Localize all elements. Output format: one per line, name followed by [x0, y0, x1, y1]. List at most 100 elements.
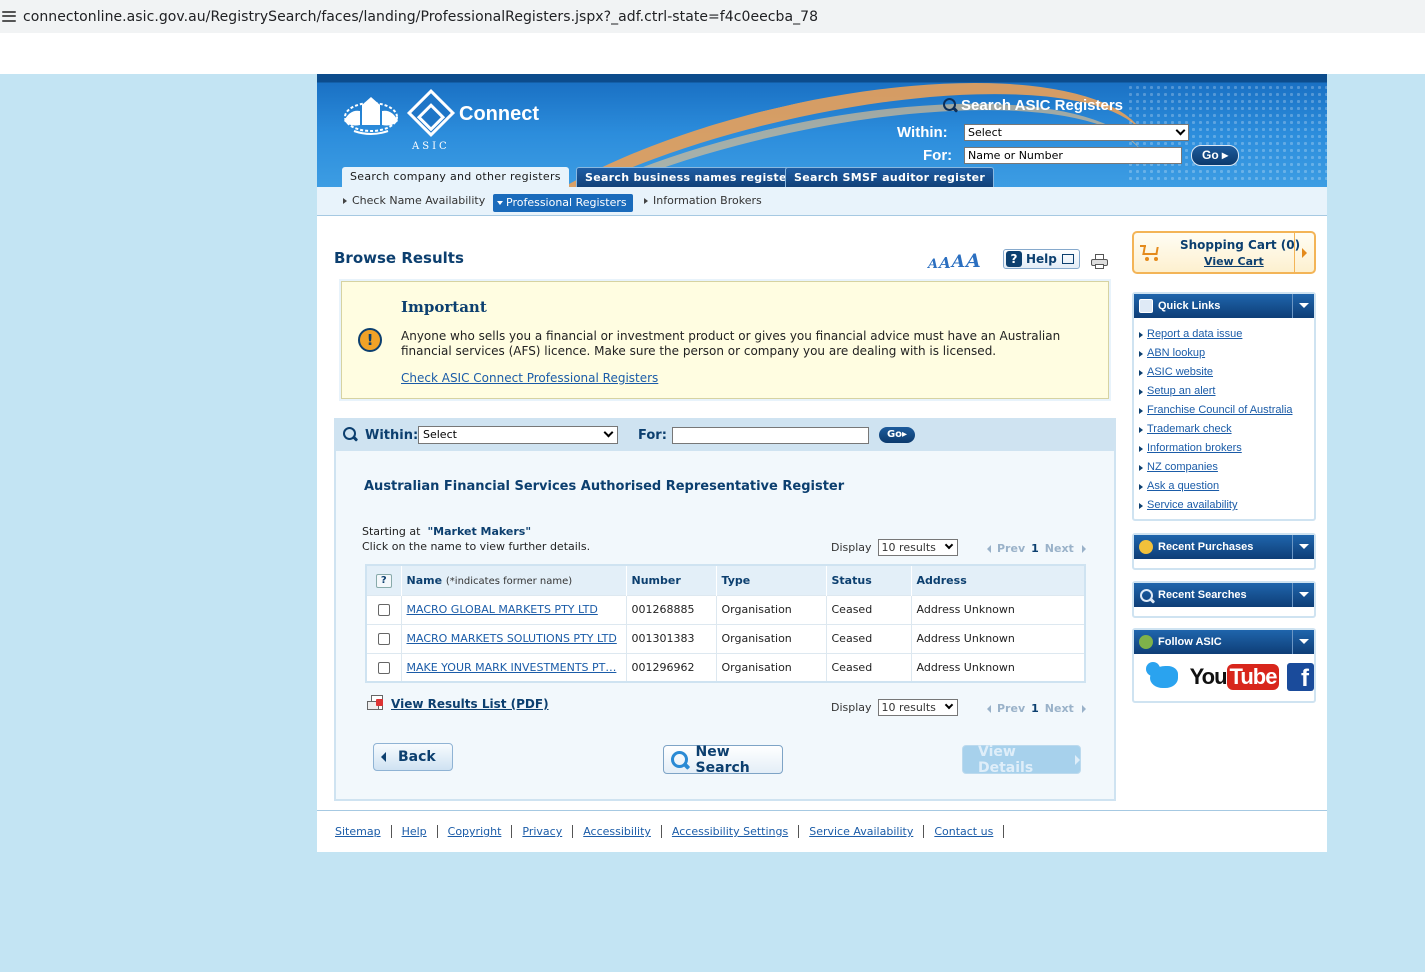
result-name-link[interactable]: MAKE YOUR MARK INVESTMENTS PT…: [407, 661, 617, 674]
chevron-left-icon: [987, 704, 991, 713]
quick-link-service-availability[interactable]: Service availability: [1147, 496, 1237, 515]
chevron-down-icon[interactable]: [1292, 583, 1314, 607]
chevron-left-icon: [381, 752, 386, 762]
list-item: Ask a question: [1139, 477, 1314, 496]
header-within-select[interactable]: Select: [964, 124, 1189, 141]
asic-page: ASIC Connect Search ASIC Registers Withi…: [317, 74, 1327, 852]
print-icon[interactable]: [1091, 254, 1108, 269]
next-link-bottom[interactable]: Next: [1045, 702, 1074, 715]
tab-search-business-names[interactable]: Search business names register: [576, 167, 802, 187]
quick-link-franchise-council[interactable]: Franchise Council of Australia: [1147, 401, 1293, 420]
back-button[interactable]: Back: [373, 743, 453, 771]
twitter-icon[interactable]: [1146, 660, 1182, 694]
row-checkbox[interactable]: [377, 604, 390, 616]
quick-link-trademark-check[interactable]: Trademark check: [1147, 420, 1232, 439]
site-settings-icon[interactable]: [2, 10, 16, 24]
quick-link-report-data-issue[interactable]: Report a data issue: [1147, 325, 1242, 344]
chevron-down-icon: [497, 201, 503, 205]
footer-contact-link[interactable]: Contact us: [934, 825, 1005, 838]
footer-sitemap-link[interactable]: Sitemap: [335, 825, 392, 838]
follow-asic-header[interactable]: Follow ASIC: [1134, 630, 1314, 654]
facebook-icon[interactable]: f: [1287, 663, 1314, 691]
footer-copyright-link[interactable]: Copyright: [448, 825, 513, 838]
font-size-small-button[interactable]: A: [928, 257, 938, 272]
sub-navigation: Check Name Availability Professional Reg…: [317, 187, 1327, 216]
footer-accessibility-link[interactable]: Accessibility: [583, 825, 662, 838]
header-search-input[interactable]: Name or Number: [964, 147, 1182, 164]
result-name-link[interactable]: MACRO GLOBAL MARKETS PTY LTD: [407, 603, 598, 616]
next-link-top[interactable]: Next: [1045, 542, 1074, 555]
quick-link-nz-companies[interactable]: NZ companies: [1147, 458, 1218, 477]
chevron-right-icon: [1139, 350, 1143, 357]
recent-purchases-header[interactable]: Recent Purchases: [1134, 535, 1314, 559]
chevron-left-icon: [987, 544, 991, 553]
view-details-button[interactable]: View Details: [962, 744, 1081, 776]
display-count-select-bottom[interactable]: 10 results: [877, 699, 958, 716]
chevron-right-icon: [1139, 445, 1143, 452]
prev-link-bottom[interactable]: Prev: [997, 702, 1025, 715]
row-checkbox[interactable]: [377, 633, 390, 645]
chevron-down-icon[interactable]: [1292, 535, 1314, 559]
recent-searches-header[interactable]: Recent Searches: [1134, 583, 1314, 607]
font-size-large-button[interactable]: A: [952, 252, 965, 272]
new-search-button[interactable]: New Search: [663, 744, 783, 776]
quick-link-abn-lookup[interactable]: ABN lookup: [1147, 344, 1205, 363]
panel-within-select[interactable]: Select: [418, 426, 618, 444]
tab-search-smsf-auditor[interactable]: Search SMSF auditor register: [785, 167, 995, 187]
help-column-header[interactable]: ?: [366, 565, 402, 595]
list-item: Setup an alert: [1139, 382, 1314, 401]
footer-accessibility-settings-link[interactable]: Accessibility Settings: [672, 825, 800, 838]
status-column-header: Status: [826, 565, 912, 595]
chevron-right-icon: [1139, 388, 1143, 395]
list-item: Service availability: [1139, 496, 1314, 515]
chevron-right-icon: [1081, 704, 1086, 713]
chevron-down-icon[interactable]: [1292, 294, 1314, 318]
quick-link-ask-question[interactable]: Ask a question: [1147, 477, 1219, 496]
display-count-select-top[interactable]: 10 results: [877, 539, 958, 556]
starting-at-text: Starting at "Market Makers": [362, 525, 532, 538]
tab-search-company[interactable]: Search company and other registers: [342, 167, 569, 187]
chevron-down-icon[interactable]: [1292, 630, 1314, 654]
result-type: Organisation: [716, 594, 827, 624]
view-results-pdf-link[interactable]: View Results List (PDF): [367, 695, 549, 713]
quick-link-information-brokers[interactable]: Information brokers: [1147, 439, 1242, 458]
recent-purchases-box: Recent Purchases: [1132, 533, 1316, 570]
footer-help-link[interactable]: Help: [402, 825, 438, 838]
youtube-icon[interactable]: You Tube: [1190, 664, 1280, 690]
panel-go-button[interactable]: Go▸: [879, 427, 915, 443]
check-professional-registers-link[interactable]: Check ASIC Connect Professional Register…: [401, 371, 658, 385]
quick-links-header[interactable]: Quick Links: [1134, 294, 1314, 318]
subnav-information-brokers[interactable]: Information Brokers: [644, 194, 762, 207]
result-type: Organisation: [716, 623, 827, 653]
recent-searches-box: Recent Searches: [1132, 581, 1316, 618]
font-size-xlarge-button[interactable]: A: [966, 250, 981, 272]
footer-privacy-link[interactable]: Privacy: [522, 825, 574, 838]
header-go-button[interactable]: Go ▸: [1191, 145, 1239, 166]
list-item: ASIC website: [1139, 363, 1314, 382]
shopping-cart-widget[interactable]: Shopping Cart (0) View Cart: [1132, 231, 1316, 274]
quick-link-asic-website[interactable]: ASIC website: [1147, 363, 1213, 382]
help-button[interactable]: ? Help: [1003, 249, 1080, 269]
view-cart-link[interactable]: View Cart: [1204, 255, 1264, 268]
results-table: ? Name (*indicates former name) Number T…: [365, 564, 1086, 683]
result-name-link[interactable]: MACRO MARKETS SOLUTIONS PTY LTD: [407, 632, 617, 645]
font-size-medium-button[interactable]: A: [939, 254, 951, 272]
result-number: 001268885: [626, 594, 717, 624]
cart-arrow-button[interactable]: [1294, 233, 1314, 272]
connect-brand[interactable]: Connect: [459, 103, 539, 126]
prev-link-top[interactable]: Prev: [997, 542, 1025, 555]
browser-toolbar-area: [0, 33, 1425, 74]
panel-search-input[interactable]: [672, 427, 869, 444]
shopping-cart-icon: [1140, 243, 1162, 261]
panel-within-label: Within:: [365, 428, 419, 443]
browser-address-bar[interactable]: connectonline.asic.gov.au/RegistrySearch…: [0, 0, 1425, 33]
list-item: Franchise Council of Australia: [1139, 401, 1314, 420]
url-text[interactable]: connectonline.asic.gov.au/RegistrySearch…: [23, 9, 818, 25]
footer-service-availability-link[interactable]: Service Availability: [809, 825, 925, 838]
subnav-professional-registers[interactable]: Professional Registers: [493, 194, 633, 212]
quick-link-setup-alert[interactable]: Setup an alert: [1147, 382, 1216, 401]
subnav-check-name-availability[interactable]: Check Name Availability: [343, 194, 485, 207]
header-within-value: Select: [968, 126, 1002, 139]
help-icon[interactable]: ?: [375, 573, 392, 588]
row-checkbox[interactable]: [377, 661, 390, 674]
